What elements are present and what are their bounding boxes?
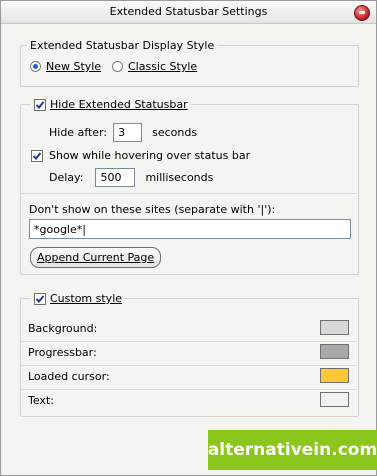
loaded-cursor-color-swatch[interactable] — [320, 368, 349, 383]
close-icon[interactable] — [354, 5, 370, 21]
milliseconds-label: milliseconds — [145, 171, 214, 184]
hide-after-input[interactable] — [113, 123, 143, 142]
delay-input[interactable] — [95, 168, 136, 187]
sites-label: Don't show on these sites (separate with… — [29, 203, 276, 216]
hide-statusbar-group: Hide Extended Statusbar Hide after: seco… — [20, 97, 359, 275]
check-icon — [35, 294, 45, 303]
hide-after-row: Hide after: seconds — [49, 123, 197, 142]
settings-window: Extended Statusbar Settings Extended Sta… — [0, 0, 377, 476]
hide-statusbar-toggle[interactable]: Hide Extended Statusbar — [31, 97, 191, 112]
new-style-label: New Style — [46, 60, 102, 73]
append-current-page-button[interactable]: Append Current Page — [30, 247, 162, 268]
hover-label: Show while hovering over status bar — [49, 149, 251, 162]
watermark: alternativein.com — [208, 430, 377, 470]
custom-style-label: Custom style — [50, 292, 123, 305]
hover-checkbox[interactable] — [31, 149, 43, 162]
hide-after-label: Hide after: — [49, 126, 108, 139]
separator — [21, 341, 356, 342]
new-style-radio[interactable]: New Style — [30, 60, 101, 73]
window-title: Extended Statusbar Settings — [109, 5, 268, 18]
excluded-sites-input[interactable] — [29, 219, 351, 239]
custom-style-checkbox[interactable] — [34, 292, 46, 305]
hide-statusbar-checkbox[interactable] — [34, 98, 46, 111]
delay-row: Delay: milliseconds — [49, 168, 213, 187]
display-style-group: Extended Statusbar Display Style New Sty… — [20, 38, 359, 87]
radio-selected-icon — [30, 61, 41, 72]
hover-toggle[interactable]: Show while hovering over status bar — [31, 149, 250, 162]
progressbar-color-swatch[interactable] — [320, 344, 349, 359]
classic-style-radio[interactable]: Classic Style — [112, 60, 197, 73]
loaded-cursor-label: Loaded cursor: — [28, 370, 110, 383]
progressbar-label: Progressbar: — [28, 346, 97, 359]
check-icon — [32, 151, 42, 160]
hide-statusbar-label: Hide Extended Statusbar — [50, 98, 188, 111]
text-color-label: Text: — [28, 394, 54, 407]
separator — [21, 389, 356, 390]
text-color-swatch[interactable] — [320, 392, 349, 407]
background-label: Background: — [28, 322, 98, 335]
check-icon — [35, 100, 45, 109]
title-bar: Extended Statusbar Settings — [1, 1, 376, 24]
seconds-label: seconds — [152, 126, 198, 139]
separator — [21, 193, 356, 194]
display-style-legend: Extended Statusbar Display Style — [27, 38, 218, 53]
separator — [21, 365, 356, 366]
background-color-swatch[interactable] — [320, 320, 349, 335]
classic-style-label: Classic Style — [128, 60, 198, 73]
custom-style-toggle[interactable]: Custom style — [31, 291, 126, 306]
radio-unselected-icon — [112, 61, 123, 72]
delay-label: Delay: — [49, 171, 84, 184]
